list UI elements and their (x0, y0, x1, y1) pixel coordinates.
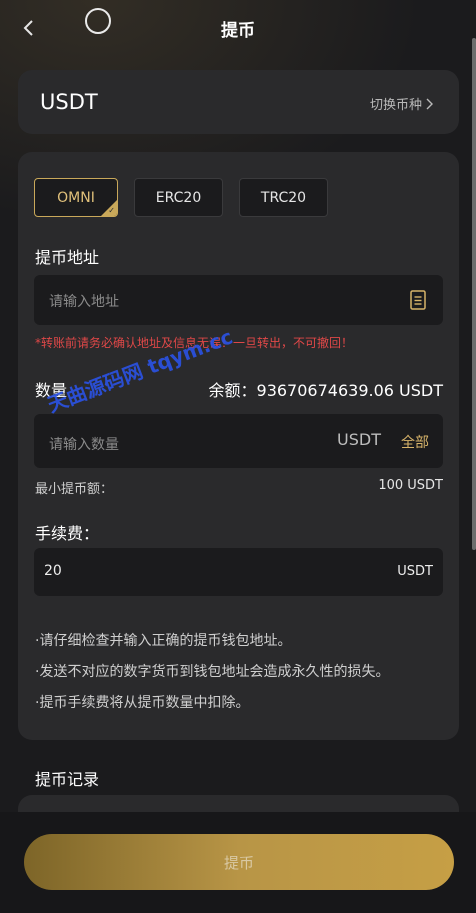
page-title: 提币 (221, 21, 255, 41)
chain-option-label: OMNI (57, 189, 95, 206)
chain-option-omni[interactable]: OMNI ✓ (34, 178, 118, 217)
currency-card: USDT 切换币种 (18, 70, 459, 134)
top-bar: 提币 (0, 0, 476, 56)
amount-input[interactable]: 请输入数量 USDT 全部 (34, 414, 443, 468)
checkmark-icon: ✓ (108, 206, 115, 215)
address-book-icon[interactable] (410, 290, 426, 310)
currency-name: USDT (40, 90, 98, 114)
note-item: ·提币手续费将从提币数量中扣除。 (35, 695, 250, 711)
address-label: 提币地址 (35, 248, 100, 267)
chain-option-label: ERC20 (155, 189, 202, 206)
min-withdraw-label: 最小提币额： (35, 482, 114, 497)
note-item: ·请仔细检查并输入正确的提币钱包地址。 (35, 633, 292, 649)
fee-label: 手续费： (35, 524, 100, 543)
chain-option-label: TRC20 (260, 189, 307, 206)
max-amount-button[interactable]: 全部 (401, 432, 429, 452)
chevron-right-icon (426, 98, 433, 109)
switch-currency-label: 切换币种 (369, 98, 422, 113)
fee-value: 20 (44, 563, 62, 579)
chain-selector: OMNI ✓ ERC20 TRC20 (34, 178, 328, 217)
address-placeholder: 请输入地址 (49, 294, 119, 310)
address-input[interactable]: 请输入地址 (34, 275, 443, 325)
amount-unit: USDT (337, 430, 381, 449)
scrollbar[interactable] (472, 38, 476, 550)
withdraw-form-card: OMNI ✓ ERC20 TRC20 提币地址 请输入地址 *转账前请务必确认地… (18, 152, 459, 740)
withdraw-submit-button[interactable]: 提币 (24, 834, 454, 890)
chain-option-trc20[interactable]: TRC20 (239, 178, 328, 217)
note-item: ·发送不对应的数字货币到钱包地址会造成永久性的损失。 (35, 664, 390, 680)
chain-option-erc20[interactable]: ERC20 (134, 178, 223, 217)
records-title: 提币记录 (35, 770, 100, 789)
switch-currency-link[interactable]: 切换币种 (370, 94, 433, 113)
withdraw-submit-label: 提币 (223, 853, 254, 872)
amount-placeholder: 请输入数量 (49, 437, 119, 453)
balance-text: 余额：93670674639.06 USDT (208, 381, 443, 400)
bottom-action-bar: 提币 (0, 812, 476, 913)
fee-unit: USDT (397, 564, 433, 579)
notes-list: ·请仔细检查并输入正确的提币钱包地址。 ·发送不对应的数字货币到钱包地址会造成永… (35, 626, 455, 719)
fee-field: 20 USDT (34, 548, 443, 596)
min-withdraw-value: 100 USDT (378, 478, 443, 493)
